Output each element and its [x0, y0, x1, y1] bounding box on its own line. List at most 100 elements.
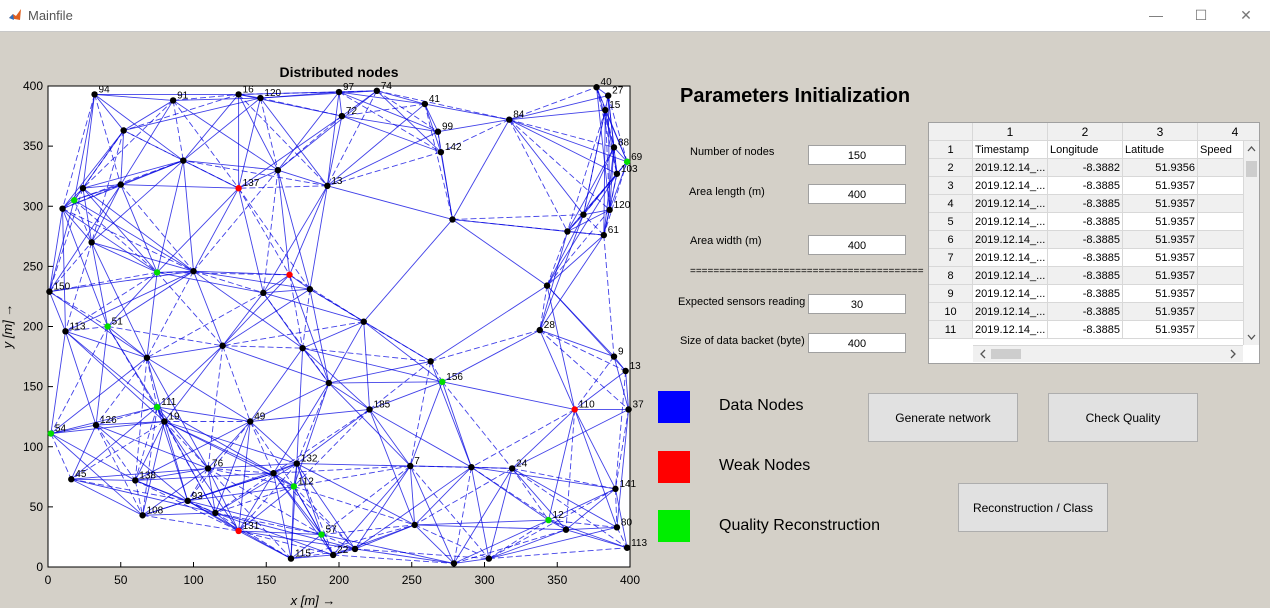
data-node [606, 206, 613, 214]
quality-node [153, 269, 161, 276]
table-cell[interactable]: 2019.12.14_... [973, 159, 1048, 177]
data-node [88, 239, 95, 246]
table-cell[interactable]: 2019.12.14_... [973, 321, 1048, 339]
table-cell[interactable]: 51.9357 [1123, 303, 1198, 321]
weak-nodes-label: Weak Nodes [719, 457, 811, 474]
row-header[interactable]: 9 [929, 285, 973, 303]
data-node [613, 170, 621, 177]
maximize-button[interactable]: ☐ [1179, 4, 1223, 26]
y-axis-label: y [m] → [0, 304, 15, 350]
node-id-label: 91 [177, 90, 189, 101]
scroll-left-icon[interactable] [977, 346, 989, 362]
table-cell[interactable]: 2019.12.14_... [973, 249, 1048, 267]
column-header[interactable]: 3 [1123, 123, 1198, 141]
table-cell[interactable]: Latitude [1123, 141, 1198, 159]
table-cell[interactable]: Longitude [1048, 141, 1123, 159]
table-cell[interactable]: -8.3885 [1048, 303, 1123, 321]
table-cell[interactable]: 51.9357 [1123, 321, 1198, 339]
table-cell[interactable]: -8.3882 [1048, 159, 1123, 177]
node-id-label: 110 [579, 399, 595, 410]
table-cell[interactable]: 51.9357 [1123, 231, 1198, 249]
reconstruction-class-button[interactable]: Reconstruction / Class [958, 483, 1108, 532]
row-header[interactable]: 1 [929, 141, 973, 159]
quality-node [153, 403, 161, 411]
table-cell[interactable]: 2019.12.14_... [973, 285, 1048, 303]
minimize-button[interactable]: — [1134, 4, 1178, 26]
x-tick-label: 150 [256, 573, 276, 587]
table-cell[interactable]: 51.9357 [1123, 285, 1198, 303]
row-header[interactable]: 6 [929, 231, 973, 249]
y-tick-label: 400 [23, 79, 43, 93]
row-header[interactable]: 11 [929, 321, 973, 339]
row-header[interactable]: 5 [929, 213, 973, 231]
table-cell[interactable]: 51.9357 [1123, 267, 1198, 285]
data-node [219, 342, 226, 349]
table-cell[interactable]: -8.3885 [1048, 195, 1123, 213]
table-cell[interactable]: -8.3885 [1048, 213, 1123, 231]
data-node [180, 157, 187, 164]
data-node [421, 100, 429, 108]
packet-size-input[interactable]: 400 [808, 333, 906, 353]
close-button[interactable]: ✕ [1224, 4, 1268, 26]
row-header[interactable]: 4 [929, 195, 973, 213]
table-cell[interactable]: 2019.12.14_... [973, 195, 1048, 213]
data-node [449, 216, 456, 223]
quality-reconstruction-swatch [658, 510, 690, 542]
node-id-label: 108 [147, 505, 164, 516]
table-cell[interactable]: 2019.12.14_... [973, 213, 1048, 231]
horizontal-scroll-thumb[interactable] [991, 349, 1021, 359]
expected-readings-input[interactable]: 30 [808, 294, 906, 314]
column-header[interactable]: 1 [973, 123, 1048, 141]
row-header[interactable]: 3 [929, 177, 973, 195]
node-id-label: 115 [295, 549, 311, 560]
table-cell[interactable]: 51.9357 [1123, 249, 1198, 267]
area-width-input[interactable]: 400 [808, 235, 906, 255]
table-cell[interactable]: 2019.12.14_... [973, 177, 1048, 195]
column-header[interactable]: 2 [1048, 123, 1123, 141]
table-cell[interactable]: 51.9357 [1123, 195, 1198, 213]
data-node [329, 551, 337, 559]
row-header[interactable]: 7 [929, 249, 973, 267]
row-header[interactable]: 8 [929, 267, 973, 285]
table-cell[interactable]: 51.9357 [1123, 213, 1198, 231]
table-cell[interactable]: 51.9357 [1123, 177, 1198, 195]
check-quality-button[interactable]: Check Quality [1048, 393, 1198, 442]
row-header[interactable]: 10 [929, 303, 973, 321]
table-cell[interactable]: 2019.12.14_... [973, 303, 1048, 321]
table-vertical-scrollbar[interactable] [1243, 141, 1259, 345]
table-cell[interactable]: -8.3885 [1048, 321, 1123, 339]
table-cell[interactable]: 51.9356 [1123, 159, 1198, 177]
number-of-nodes-input[interactable]: 150 [808, 145, 906, 165]
node-id-label: 113 [631, 538, 647, 549]
data-node [366, 406, 373, 413]
data-node [92, 421, 100, 429]
node-id-label: 126 [100, 415, 117, 426]
area-length-input[interactable]: 400 [808, 184, 906, 204]
node-id-label: 97 [343, 82, 355, 93]
node-id-label: 37 [633, 399, 645, 410]
column-header[interactable]: 4 [1198, 123, 1259, 141]
row-header[interactable]: 2 [929, 159, 973, 177]
data-node [117, 181, 124, 188]
node-id-label: 69 [631, 152, 643, 163]
data-node [325, 379, 333, 387]
table-cell[interactable]: -8.3885 [1048, 285, 1123, 303]
scroll-down-icon[interactable] [1244, 331, 1259, 343]
scroll-up-icon[interactable] [1244, 143, 1259, 155]
table-cell[interactable]: -8.3885 [1048, 177, 1123, 195]
node-id-label: 150 [53, 282, 70, 293]
network-plot[interactable]: 0 50 100 150 200 250 300 350 400 0 50 100 150 200 250 3… [0, 60, 650, 608]
table-horizontal-scrollbar[interactable] [973, 345, 1243, 362]
table-cell[interactable]: 2019.12.14_... [973, 231, 1048, 249]
data-node [622, 367, 629, 375]
table-cell[interactable]: -8.3885 [1048, 249, 1123, 267]
scroll-right-icon[interactable] [1227, 346, 1239, 362]
node-id-label: 120 [614, 200, 631, 211]
generate-network-button[interactable]: Generate network [868, 393, 1018, 442]
table-cell[interactable]: 2019.12.14_... [973, 267, 1048, 285]
table-cell[interactable]: -8.3885 [1048, 231, 1123, 249]
table-cell[interactable]: Timestamp [973, 141, 1048, 159]
vertical-scroll-thumb[interactable] [1246, 161, 1257, 177]
data-table[interactable]: 1 2 3 4 1 Timestamp Longitude Latitude Speed… [928, 122, 1260, 364]
table-cell[interactable]: -8.3885 [1048, 267, 1123, 285]
